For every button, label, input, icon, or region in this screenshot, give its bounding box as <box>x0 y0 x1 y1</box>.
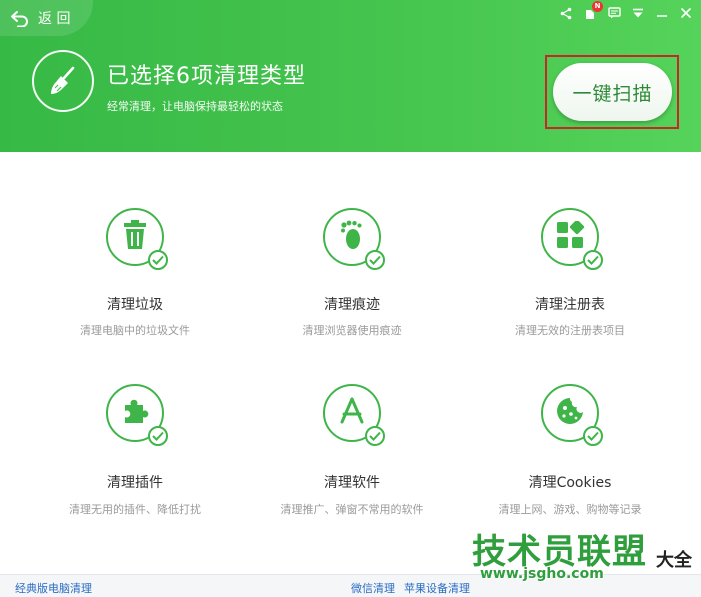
item-title: 清理垃圾 <box>107 297 163 313</box>
back-label: 返 回 <box>38 11 71 27</box>
item-description: 清理推广、弹窗不常用的软件 <box>280 503 424 516</box>
notification-icon[interactable]: N <box>583 1 603 21</box>
item-description: 清理上网、游戏、购物等记录 <box>498 503 642 516</box>
share-icon[interactable] <box>559 5 573 21</box>
trash-icon <box>121 220 149 254</box>
page-subtitle: 经常清理，让电脑保持最轻松的状态 <box>107 100 283 113</box>
scan-button-highlight: 一键扫描 <box>545 55 679 129</box>
checked-icon <box>365 426 385 446</box>
cleanup-item-registry[interactable]: 清理注册表 清理无效的注册表项目 <box>470 208 670 338</box>
checked-icon <box>148 426 168 446</box>
cleanup-window: 返 回 N 已选择6项清理类型 经常清理，让电脑保持最轻松的状态 一键扫描 清理… <box>0 0 701 597</box>
notification-badge: N <box>592 1 603 12</box>
menu-icon[interactable] <box>631 5 645 21</box>
item-title: 清理Cookies <box>528 475 612 491</box>
message-icon[interactable] <box>607 5 621 21</box>
broom-icon <box>32 50 94 112</box>
header-banner: 返 回 N 已选择6项清理类型 经常清理，让电脑保持最轻松的状态 一键扫描 <box>0 0 701 152</box>
one-click-scan-button[interactable]: 一键扫描 <box>553 63 672 121</box>
classic-cleanup-link[interactable]: 经典版电脑清理 <box>15 580 92 596</box>
back-button[interactable]: 返 回 <box>0 0 93 36</box>
cleanup-item-junk[interactable]: 清理垃圾 清理电脑中的垃圾文件 <box>35 208 235 338</box>
cleanup-item-cookies[interactable]: 清理Cookies 清理上网、游戏、购物等记录 <box>470 384 670 518</box>
item-description: 清理电脑中的垃圾文件 <box>80 324 190 337</box>
cleanup-item-plugins[interactable]: 清理插件 清理无用的插件、降低打扰 <box>35 384 235 518</box>
item-title: 清理插件 <box>107 475 163 491</box>
item-title: 清理痕迹 <box>324 297 380 313</box>
item-title: 清理软件 <box>324 475 380 491</box>
footer-bar: 经典版电脑清理 微信清理 苹果设备清理 <box>0 574 701 597</box>
item-description: 清理无用的插件、降低打扰 <box>69 503 201 516</box>
app-store-icon <box>337 396 367 430</box>
page-title: 已选择6项清理类型 <box>107 64 306 89</box>
wechat-cleanup-link[interactable]: 微信清理 <box>351 580 395 596</box>
item-description: 清理无效的注册表项目 <box>515 324 625 337</box>
checked-icon <box>365 250 385 270</box>
item-title: 清理注册表 <box>535 297 605 313</box>
checked-icon <box>148 250 168 270</box>
close-icon[interactable] <box>679 5 693 21</box>
checked-icon <box>583 250 603 270</box>
footprint-icon <box>339 220 365 254</box>
puzzle-icon <box>121 397 149 429</box>
item-description: 清理浏览器使用痕迹 <box>302 324 402 337</box>
back-arrow-icon <box>11 11 28 27</box>
cleanup-item-software[interactable]: 清理软件 清理推广、弹窗不常用的软件 <box>252 384 452 518</box>
apple-device-cleanup-link[interactable]: 苹果设备清理 <box>404 580 470 596</box>
window-controls: N <box>559 1 693 21</box>
watermark-suffix: 大全 <box>656 550 692 571</box>
registry-icon <box>556 219 585 253</box>
watermark-brand: 技术员联盟 <box>472 532 647 572</box>
cookie-icon <box>555 396 585 430</box>
minimize-icon[interactable] <box>655 5 669 21</box>
checked-icon <box>583 426 603 446</box>
cleanup-item-traces[interactable]: 清理痕迹 清理浏览器使用痕迹 <box>252 208 452 338</box>
